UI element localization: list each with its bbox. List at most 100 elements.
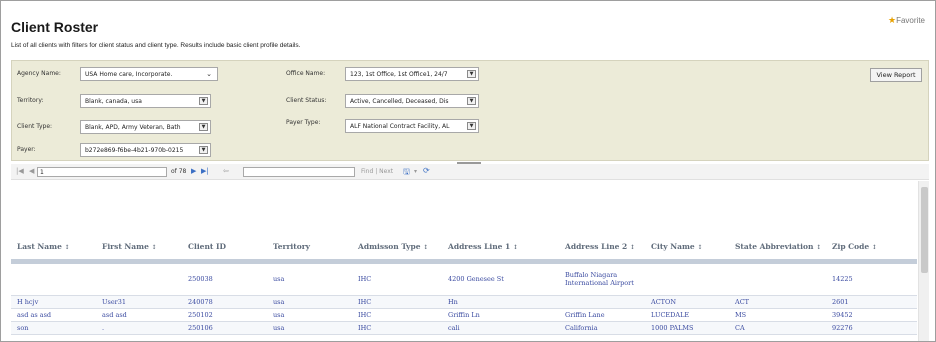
dropdown-icon[interactable]: ▼ xyxy=(467,122,476,130)
address1-cell: Griffin Ln xyxy=(442,308,559,322)
client-status-value: Active, Cancelled, Deceased, Dis xyxy=(350,98,449,105)
sort-icon: ↕ xyxy=(512,244,518,252)
first-name-cell: User31 xyxy=(96,295,182,309)
back-icon[interactable]: ⇦ xyxy=(223,167,229,175)
state-cell xyxy=(729,261,826,296)
address1-cell: cali xyxy=(442,321,559,335)
address2-cell xyxy=(559,295,645,309)
payer-value: b272e869-f6be-4b21-970b-0215 xyxy=(85,147,184,154)
table-row: asd as asd asd asd 250102 usa IHC Griffi… xyxy=(11,308,917,322)
client-id-cell: 250038 xyxy=(182,261,267,296)
admission-type-cell: IHC xyxy=(352,295,442,309)
next-page-icon[interactable]: ▶ xyxy=(191,167,196,175)
favorite-label: Favorite xyxy=(896,16,925,25)
agency-select[interactable]: USA Home care, Incorporate. ⌄ xyxy=(80,67,218,81)
sort-icon: ↕ xyxy=(423,244,429,252)
table-row: H hcjv User31 240078 usa IHC Hn ACTON AC… xyxy=(11,295,917,309)
client-id-cell: 240078 xyxy=(182,295,267,309)
sort-icon: ↕ xyxy=(697,244,703,252)
sort-icon: ↕ xyxy=(629,244,635,252)
first-name-cell: asd asd xyxy=(96,308,182,322)
zip-cell: 39452 xyxy=(826,308,917,322)
agency-label: Agency Name: xyxy=(17,70,61,77)
payer-label: Payer: xyxy=(17,146,36,153)
sort-icon: ↕ xyxy=(816,244,822,252)
address1-cell: Hn xyxy=(442,295,559,309)
address2-cell: California xyxy=(559,321,645,335)
last-name-cell xyxy=(11,261,96,296)
address2-cell: Buffalo Niagara International Airport xyxy=(559,261,645,296)
admission-type-cell: IHC xyxy=(352,261,442,296)
address2-cell: Griffin Lane xyxy=(559,308,645,322)
column-header[interactable]: Admisson Type ↕ xyxy=(352,235,442,264)
last-name-cell: son xyxy=(11,321,96,335)
territory-cell: usa xyxy=(267,261,352,296)
client-table: Last Name ↕ First Name ↕ Client ID Terri… xyxy=(11,235,917,335)
payer-type-value: ALF National Contract Facility, AL xyxy=(350,123,450,130)
chevron-down-icon[interactable]: ▾ xyxy=(414,168,417,175)
table-row: son . 250106 usa IHC cali California 100… xyxy=(11,321,917,335)
dropdown-icon[interactable]: ▼ xyxy=(467,97,476,105)
column-header[interactable]: Last Name ↕ xyxy=(11,235,96,264)
city-cell: LUCEDALE xyxy=(645,308,729,322)
first-page-icon[interactable]: |◀ xyxy=(16,167,24,175)
city-cell: 1000 PALMS xyxy=(645,321,729,335)
column-header[interactable]: City Name ↕ xyxy=(645,235,729,264)
favorite-link[interactable]: ★Favorite xyxy=(888,15,925,26)
territory-select[interactable]: Blank, canada, usa ▼ xyxy=(80,94,211,108)
territory-label: Territory: xyxy=(17,97,44,104)
territory-cell: usa xyxy=(267,295,352,309)
column-header[interactable]: Zip Code ↕ xyxy=(826,235,917,264)
client-status-label: Client Status: xyxy=(286,97,327,104)
dropdown-icon[interactable]: ▼ xyxy=(467,70,476,78)
dropdown-icon[interactable]: ▼ xyxy=(199,146,208,154)
payer-type-label: Payer Type: xyxy=(286,119,321,126)
zip-cell: 14225 xyxy=(826,261,917,296)
export-icon[interactable]: 🖫 xyxy=(403,166,410,180)
column-header[interactable]: State Abbreviation ↕ xyxy=(729,235,826,264)
territory-cell: usa xyxy=(267,321,352,335)
view-report-button[interactable]: View Report xyxy=(870,68,922,82)
payer-select[interactable]: b272e869-f6be-4b21-970b-0215 ▼ xyxy=(80,143,211,157)
find-input[interactable] xyxy=(243,167,355,177)
client-id-cell: 250106 xyxy=(182,321,267,335)
state-cell: ACT xyxy=(729,295,826,309)
zip-cell: 92276 xyxy=(826,321,917,335)
previous-page-icon[interactable]: ◀ xyxy=(29,167,34,175)
agency-value: USA Home care, Incorporate. xyxy=(85,71,173,78)
client-type-select[interactable]: Blank, APD, Army Veteran, Bath ▼ xyxy=(80,120,211,134)
office-select[interactable]: 123, 1st Office, 1st Office1, 24/7 ▼ xyxy=(345,67,479,81)
client-status-select[interactable]: Active, Cancelled, Deceased, Dis ▼ xyxy=(345,94,479,108)
admission-type-cell: IHC xyxy=(352,321,442,335)
chevron-down-icon: ⌄ xyxy=(206,70,212,78)
client-type-label: Client Type: xyxy=(17,123,53,130)
column-header: Client ID xyxy=(182,235,267,264)
territory-cell: usa xyxy=(267,308,352,322)
sort-icon: ↕ xyxy=(64,244,70,252)
dropdown-icon[interactable]: ▼ xyxy=(199,97,208,105)
filter-panel: Agency Name: USA Home care, Incorporate.… xyxy=(11,60,929,161)
refresh-icon[interactable]: ⟳ xyxy=(423,166,430,175)
page-number-input[interactable]: 1 xyxy=(37,167,167,177)
column-header[interactable]: Address Line 2 ↕ xyxy=(559,235,645,264)
page-count: of 78 xyxy=(171,168,187,175)
payer-type-select[interactable]: ALF National Contract Facility, AL ▼ xyxy=(345,119,479,133)
client-type-value: Blank, APD, Army Veteran, Bath xyxy=(85,124,181,131)
column-header[interactable]: First Name ↕ xyxy=(96,235,182,264)
report-toolbar: |◀ ◀ 1 of 78 ▶ ▶| ⇦ Find | Next 🖫 ▾ ⟳ xyxy=(11,164,929,180)
page-title: Client Roster xyxy=(11,19,99,35)
find-next-link[interactable]: Find | Next xyxy=(361,168,393,175)
first-name-cell: . xyxy=(96,321,182,335)
last-page-icon[interactable]: ▶| xyxy=(201,167,209,175)
admission-type-cell: IHC xyxy=(352,308,442,322)
office-value: 123, 1st Office, 1st Office1, 24/7 xyxy=(350,71,448,78)
column-header[interactable]: Address Line 1 ↕ xyxy=(442,235,559,264)
scrollbar-thumb[interactable] xyxy=(921,187,928,273)
table-row: 250038 usa IHC 4200 Genesee St Buffalo N… xyxy=(11,261,917,296)
last-name-cell: asd as asd xyxy=(11,308,96,322)
state-cell: CA xyxy=(729,321,826,335)
dropdown-icon[interactable]: ▼ xyxy=(199,123,208,131)
page-description: List of all clients with filters for cli… xyxy=(11,42,301,49)
vertical-scrollbar[interactable] xyxy=(918,181,929,341)
territory-value: Blank, canada, usa xyxy=(85,98,142,105)
